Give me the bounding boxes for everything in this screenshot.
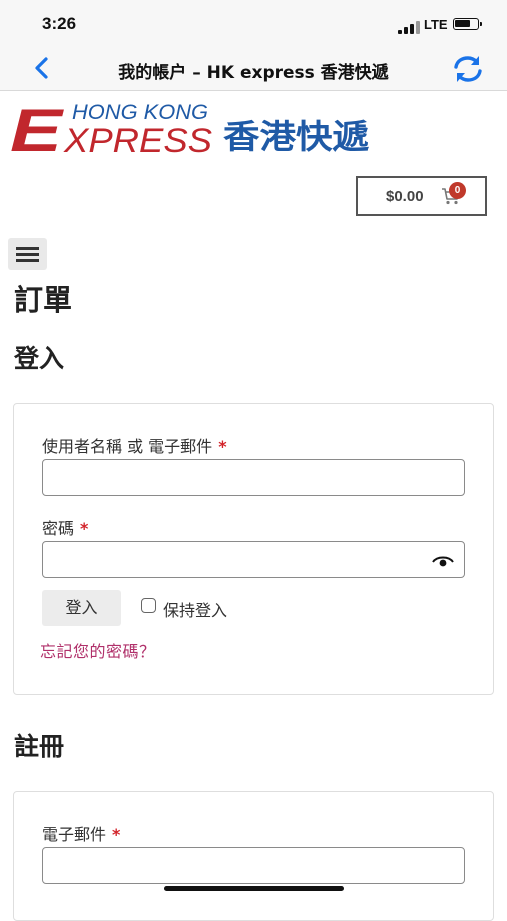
cart-count-badge: 0 xyxy=(449,182,466,199)
sync-arrows-icon[interactable] xyxy=(452,54,484,84)
battery-icon xyxy=(453,18,482,30)
login-button[interactable]: 登入 xyxy=(42,590,121,626)
back-chevron-icon[interactable] xyxy=(30,54,54,82)
signal-icon xyxy=(398,20,420,34)
login-heading: 登入 xyxy=(14,344,65,373)
remember-me-checkbox[interactable] xyxy=(141,598,156,613)
logo-express-initial: E xyxy=(10,100,65,162)
hk-express-logo[interactable]: E HONG KONG XPRESS 香港快遞 xyxy=(10,100,390,162)
hamburger-menu-icon[interactable] xyxy=(8,238,47,270)
nav-title: 我的帳户 – HK express 香港快遞 xyxy=(118,63,389,83)
logo-hong-kong: HONG KONG xyxy=(72,101,208,124)
home-indicator[interactable] xyxy=(164,886,344,891)
show-password-eye-icon[interactable] xyxy=(432,556,454,568)
network-label: LTE xyxy=(424,17,448,32)
password-label: 密碼 * xyxy=(42,519,89,538)
username-label: 使用者名稱 或 電子郵件 * xyxy=(42,437,227,456)
status-bar: 3:26 LTE xyxy=(0,0,507,48)
password-input[interactable] xyxy=(42,541,465,578)
forgot-password-link[interactable]: 忘記您的密碼？ xyxy=(40,638,156,662)
page-title: 訂單 xyxy=(14,283,73,317)
cart-price: $0.00 xyxy=(386,188,424,205)
register-email-input[interactable] xyxy=(42,847,465,884)
status-time: 3:26 xyxy=(42,14,77,33)
remember-me-label[interactable]: 保持登入 xyxy=(163,597,227,621)
register-heading: 註冊 xyxy=(14,732,65,761)
navigation-bar: 我的帳户 – HK express 香港快遞 xyxy=(0,48,507,91)
logo-xpress: XPRESS xyxy=(63,122,212,160)
required-mark: * xyxy=(218,437,227,456)
email-label: 電子郵件 * xyxy=(42,825,121,844)
cart-button[interactable]: $0.00 0 xyxy=(356,176,487,216)
required-mark: * xyxy=(80,519,89,538)
logo-chinese-name: 香港快遞 xyxy=(223,117,369,156)
required-mark: * xyxy=(112,825,121,844)
username-input[interactable] xyxy=(42,459,465,496)
